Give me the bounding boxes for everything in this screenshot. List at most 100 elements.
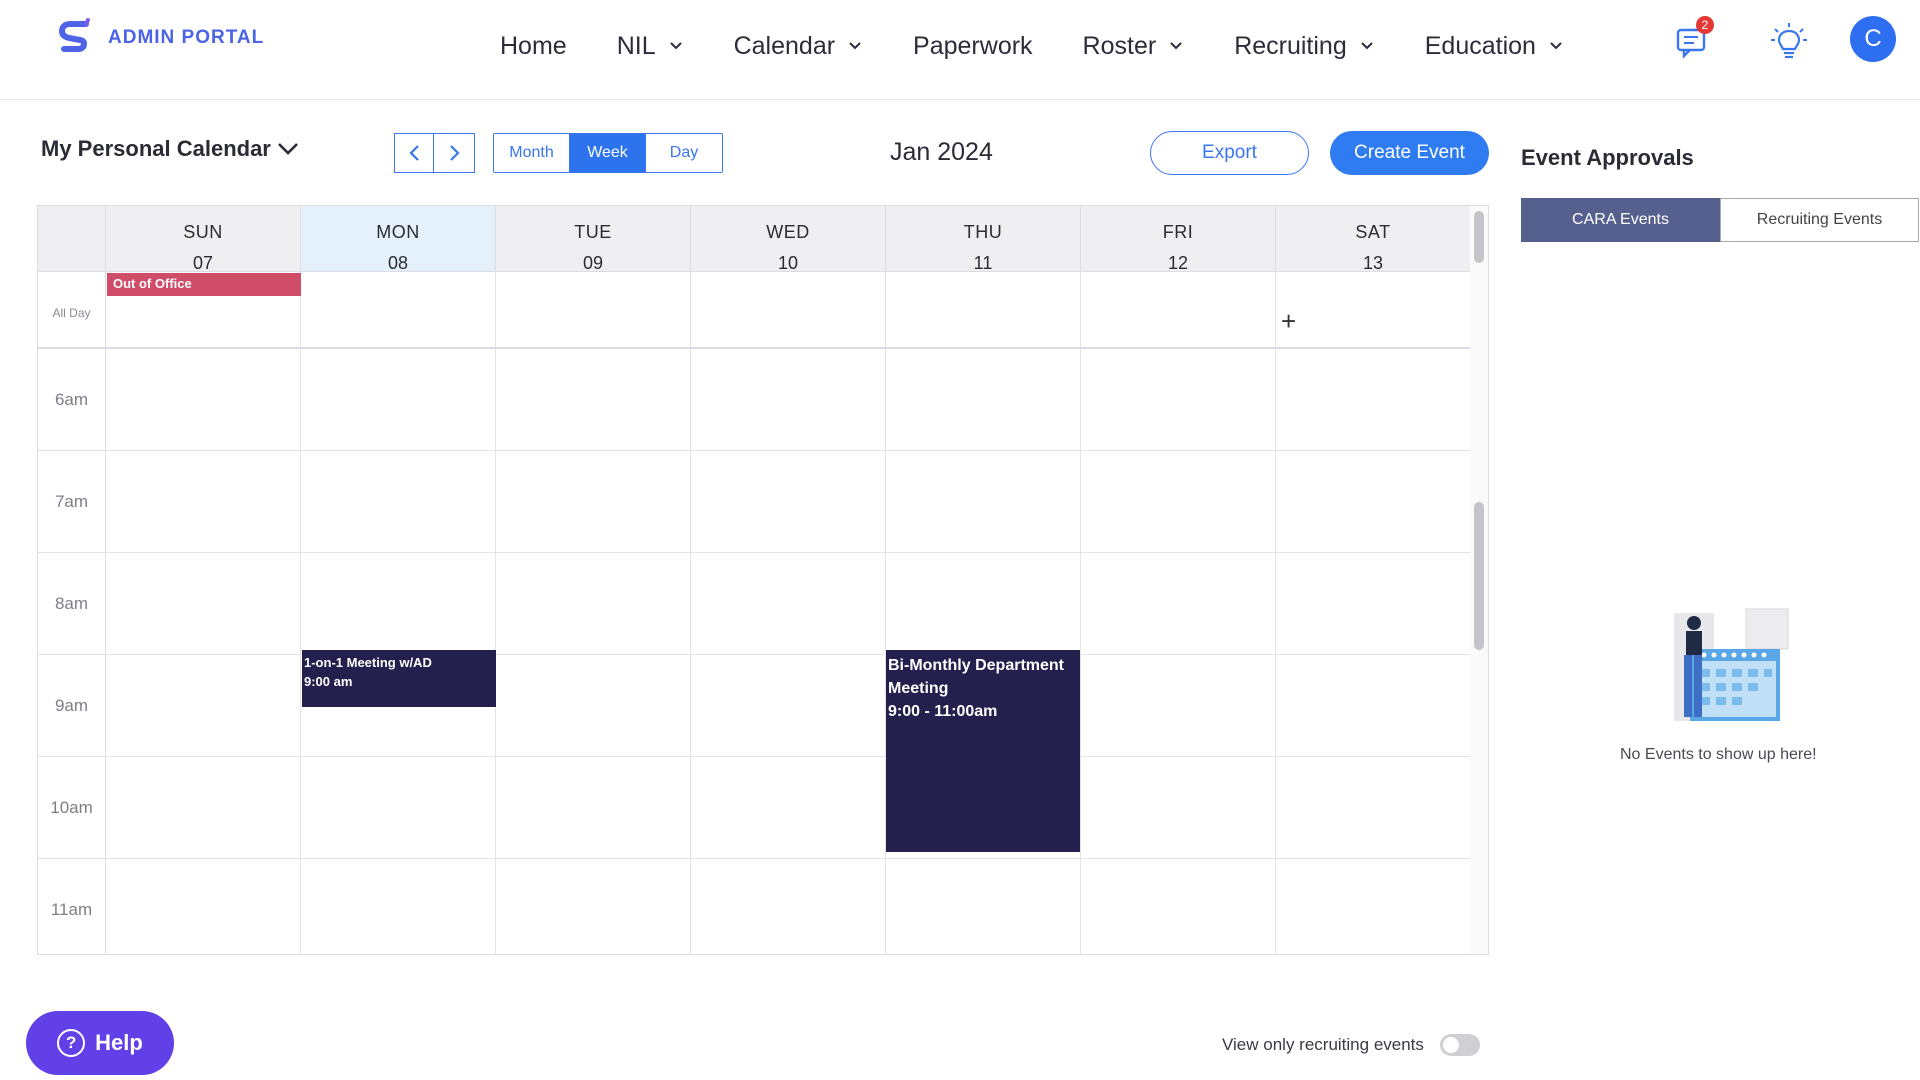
chevron-down-icon [849,42,861,50]
nav-paperwork-label: Paperwork [913,31,1033,60]
header-scroll-thumb[interactable] [1474,211,1484,263]
time-slot-row: 6am [38,349,1470,451]
time-slot-row: 11am [38,859,1470,954]
all-day-cell[interactable] [1276,272,1471,347]
nav-roster[interactable]: Roster [1083,26,1185,66]
chevron-down-icon [669,42,682,50]
tab-cara-events[interactable]: CARA Events [1521,198,1720,242]
all-day-cell[interactable] [1081,272,1276,347]
day-name: SAT [1355,222,1391,242]
time-label: 11am [38,859,106,954]
out-of-office-event[interactable]: Out of Office [107,273,301,296]
time-label: 6am [38,349,106,450]
next-week-button[interactable] [433,133,475,173]
time-grid: 6am 7am 8am 9am 10am 11am [38,349,1471,954]
nav-education[interactable]: Education [1425,26,1564,66]
chevron-down-icon [1550,42,1562,50]
day-name: WED [766,222,810,242]
tab-recruiting-events[interactable]: Recruiting Events [1720,198,1919,242]
week-calendar: SUN 07 MON 08 TUE 09 WED 10 THU 11 FRI 1… [37,205,1489,955]
create-event-button[interactable]: Create Event [1330,131,1489,175]
notification-badge: 2 [1696,16,1714,34]
day-header-fri[interactable]: FRI 12 [1081,206,1276,273]
export-button[interactable]: Export [1150,131,1309,175]
chevron-down-icon [1170,42,1182,50]
chevron-left-icon [409,145,419,161]
time-label: 7am [38,451,106,552]
top-navigation: ADMIN PORTAL Home NIL Calendar Paperwork… [0,0,1920,100]
nav-education-label: Education [1424,31,1536,60]
prev-week-button[interactable] [394,133,436,173]
event-time: 9:00 am [304,673,353,689]
lightbulb-icon [1771,23,1807,59]
day-header-tue[interactable]: TUE 09 [496,206,691,273]
main-nav: Home NIL Calendar Paperwork Roster Recru… [500,26,1614,66]
day-header-thu[interactable]: THU 11 [886,206,1081,273]
add-event-plus-icon[interactable]: + [1281,306,1296,337]
nav-calendar-label: Calendar [733,31,836,60]
calendar-selector[interactable]: My Personal Calendar [41,136,301,162]
calendar-header: SUN 07 MON 08 TUE 09 WED 10 THU 11 FRI 1… [38,206,1471,273]
day-header-mon[interactable]: MON 08 [301,206,496,273]
time-slot-row: 10am [38,757,1470,859]
event-title: Bi-Monthly Department Meeting [888,657,1064,698]
nav-nil[interactable]: NIL [617,26,684,66]
nav-nil-label: NIL [616,31,656,60]
view-day-button[interactable]: Day [646,134,722,172]
nav-home[interactable]: Home [500,26,567,66]
day-name: THU [963,222,1003,242]
day-name: FRI [1162,222,1194,242]
recruiting-toggle-label: View only recruiting events [1222,1035,1424,1054]
brand[interactable]: ADMIN PORTAL [58,18,264,58]
calendar-event[interactable]: 1-on-1 Meeting w/AD 9:00 am [302,650,496,707]
nav-calendar[interactable]: Calendar [734,26,863,66]
day-header-sat[interactable]: SAT 13 [1276,206,1471,273]
event-time: 9:00 - 11:00am [888,703,998,721]
event-title: 1-on-1 Meeting w/AD [304,655,432,670]
chevron-right-icon [450,145,460,161]
time-slot-row: 7am [38,451,1470,553]
brand-name: ADMIN PORTAL [108,27,265,48]
calendar-scroll-thumb[interactable] [1474,502,1484,650]
time-label: 10am [38,757,106,858]
ideas-button[interactable] [1765,18,1813,66]
logo-icon [58,18,90,52]
view-month-button[interactable]: Month [494,134,570,172]
all-day-cell[interactable] [496,272,691,347]
event-approvals-title: Event Approvals [1521,145,1694,170]
time-slot-row: 8am [38,553,1470,655]
empty-state-text: No Events to show up here! [1620,746,1817,763]
empty-calendar-illustration [1674,608,1789,721]
all-day-cell[interactable] [301,272,496,347]
day-name: MON [376,222,420,242]
all-day-cell[interactable] [691,272,886,347]
calendar-selector-label: My Personal Calendar [41,136,271,161]
time-slot-row: 9am [38,655,1470,757]
view-switcher: Month Week Day [493,133,723,173]
day-name: SUN [183,222,223,242]
time-label: 8am [38,553,106,654]
toggle-knob [1443,1037,1459,1053]
day-name: TUE [574,222,612,242]
day-header-sun[interactable]: SUN 07 [106,206,301,273]
view-week-button[interactable]: Week [570,134,646,172]
approvals-tabs: CARA Events Recruiting Events [1521,198,1919,242]
nav-roster-label: Roster [1082,31,1157,60]
help-button[interactable]: ? Help [26,1011,174,1075]
chevron-down-icon [1361,42,1373,50]
user-avatar[interactable]: C [1850,16,1896,62]
time-gutter-header [38,206,106,271]
all-day-label: All Day [38,272,106,348]
recruiting-only-toggle[interactable] [1440,1034,1480,1056]
all-day-cell[interactable] [886,272,1081,347]
messages-button[interactable]: 2 [1670,16,1718,66]
nav-recruiting[interactable]: Recruiting [1234,26,1375,66]
chevron-down-icon [277,143,298,155]
day-header-wed[interactable]: WED 10 [691,206,886,273]
calendar-event[interactable]: Bi-Monthly Department Meeting 9:00 - 11:… [886,650,1080,852]
nav-recruiting-label: Recruiting [1234,31,1347,60]
nav-paperwork[interactable]: Paperwork [913,26,1033,66]
help-label: Help [95,1030,143,1055]
question-icon: ? [57,1029,86,1057]
time-label: 9am [38,655,106,756]
